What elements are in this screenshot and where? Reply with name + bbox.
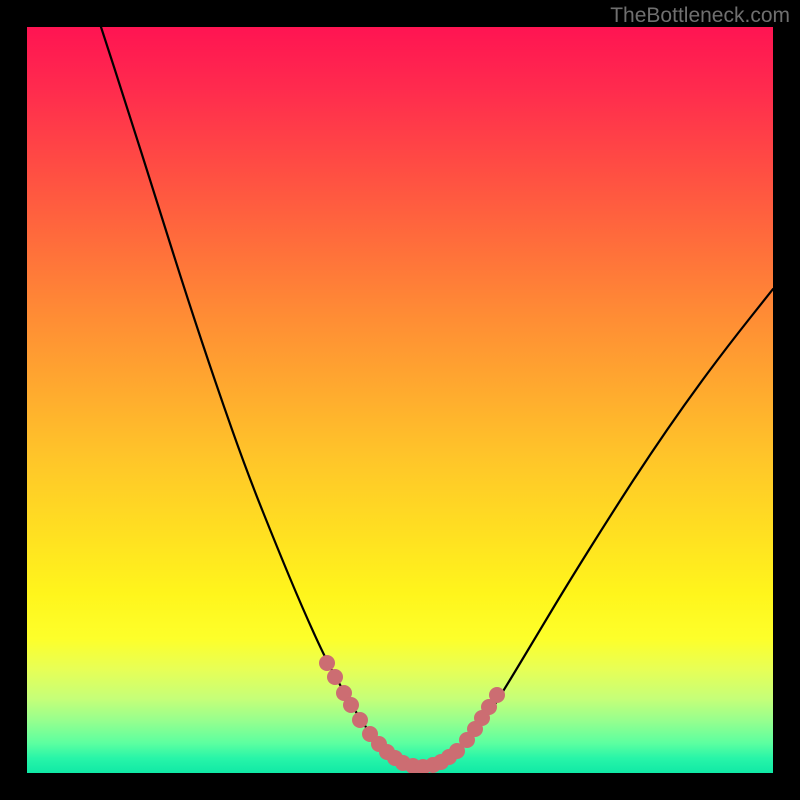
markers-group — [319, 655, 505, 773]
curve-marker — [319, 655, 335, 671]
curve-group — [101, 27, 773, 767]
curve-marker — [327, 669, 343, 685]
curve-marker — [352, 712, 368, 728]
curve-marker — [489, 687, 505, 703]
chart-svg — [27, 27, 773, 773]
curve-marker — [343, 697, 359, 713]
bottleneck-curve — [101, 27, 773, 767]
watermark-text: TheBottleneck.com — [610, 4, 790, 28]
chart-plot-area — [27, 27, 773, 773]
